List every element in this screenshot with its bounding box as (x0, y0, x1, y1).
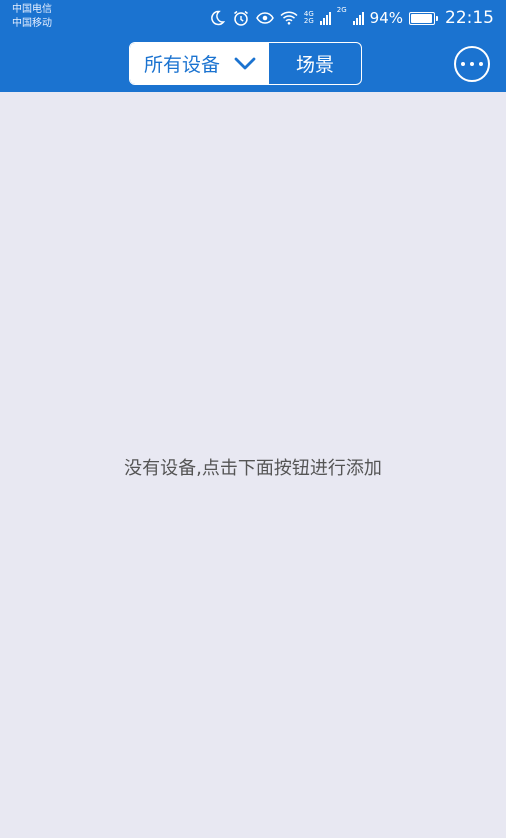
network-type-label-2: 2G (336, 6, 347, 14)
moon-icon (208, 9, 226, 27)
segmented-control: 所有设备 场景 (129, 42, 362, 85)
device-filter-label: 所有设备 (144, 54, 221, 76)
clock: 22:15 (445, 8, 494, 28)
battery-icon (409, 11, 438, 25)
carrier-info: 中国电信 中国移动 (12, 3, 52, 31)
top-toolbar: 所有设备 场景 (0, 36, 506, 92)
battery-percentage: 94% (369, 9, 403, 27)
carrier-2: 中国移动 (12, 18, 52, 29)
network-type-label: 4G 2G (303, 10, 314, 25)
device-filter-dropdown[interactable]: 所有设备 (130, 43, 269, 84)
signal-icon (319, 11, 331, 25)
status-bar: 中国电信 中国移动 4G 2G 2G 94% 22:15 (0, 0, 506, 36)
more-icon-dot (479, 62, 483, 66)
chevron-down-icon (234, 53, 256, 75)
eye-icon (256, 9, 274, 27)
app-screen: 中国电信 中国移动 4G 2G 2G 94% 22:15 所有设备 场景 没有设… (0, 0, 506, 838)
more-icon-dot (470, 62, 474, 66)
carrier-1: 中国电信 (12, 4, 52, 15)
alarm-icon (232, 9, 250, 27)
tab-scene-label: 场景 (295, 54, 334, 76)
device-list-area: 没有设备,点击下面按钮进行添加 (0, 92, 506, 838)
status-icons: 4G 2G 2G 94% 22:15 (208, 6, 494, 30)
wifi-icon (280, 9, 298, 27)
signal-icon-2 (352, 11, 364, 25)
more-icon-dot (461, 62, 465, 66)
more-options-button[interactable] (454, 46, 490, 82)
empty-state-message: 没有设备,点击下面按钮进行添加 (124, 458, 382, 479)
tab-scene[interactable]: 场景 (269, 43, 361, 84)
